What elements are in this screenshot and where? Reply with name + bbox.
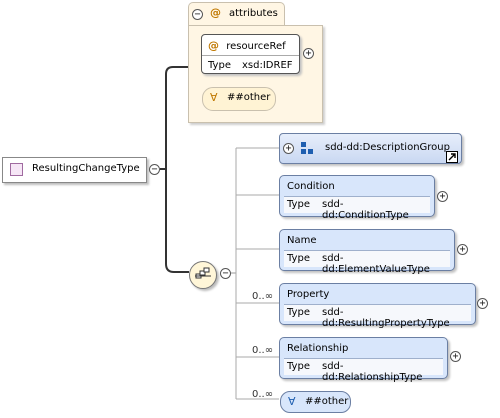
element-name: Name (287, 235, 317, 246)
element-property[interactable]: Property Type sdd-dd:ResultingPropertyTy… (279, 283, 476, 329)
type-value: sdd-dd:RelationshipType (322, 361, 423, 383)
expand-toggle-description-group[interactable]: + (283, 143, 294, 154)
root-element[interactable]: ResultingChangeType (2, 157, 147, 183)
type-key: Type (287, 361, 310, 372)
at-icon: @ (208, 39, 219, 52)
element-type-row: Type sdd-dd:ElementValueType (284, 250, 450, 275)
type-key: Type (208, 60, 231, 71)
type-key: Type (287, 199, 310, 210)
cardinality-property: 0..∞ (252, 291, 274, 302)
attribute-resource-ref[interactable]: @ resourceRef Type xsd:IDREF (201, 34, 300, 74)
expand-toggle-name[interactable]: + (457, 244, 468, 255)
reference-arrow-icon (446, 151, 458, 163)
group-description-group[interactable]: + sdd-dd:DescriptionGroup (279, 133, 462, 164)
group-name: sdd-dd:DescriptionGroup (325, 142, 450, 153)
element-name: Relationship (287, 343, 349, 354)
collapse-toggle-root[interactable]: − (149, 164, 160, 175)
any-attribute[interactable]: ∀ ##other (202, 87, 276, 111)
element-name: Condition (287, 181, 335, 192)
expand-toggle-resource-ref[interactable]: + (303, 48, 314, 59)
any-attribute-label: ##other (227, 92, 271, 103)
type-value: xsd:IDREF (242, 60, 293, 71)
element-type-row: Type sdd-dd:ResultingPropertyType (284, 304, 471, 329)
element-name: Property (287, 289, 330, 300)
type-value: sdd-dd:ElementValueType (322, 253, 430, 275)
complex-type-icon (10, 163, 23, 176)
collapse-toggle-sequence[interactable]: − (220, 268, 231, 279)
any-icon: ∀ (288, 395, 296, 408)
group-icon (301, 142, 313, 154)
attribute-name: resourceRef (226, 41, 286, 52)
element-relationship[interactable]: Relationship Type sdd-dd:RelationshipTyp… (279, 337, 448, 383)
type-value: sdd-dd:ConditionType (322, 199, 409, 221)
element-name-node[interactable]: Name Type sdd-dd:ElementValueType (279, 229, 455, 275)
type-key: Type (287, 307, 310, 318)
any-icon: ∀ (210, 91, 218, 104)
type-value: sdd-dd:ResultingPropertyType (322, 307, 450, 329)
sequence-compositor[interactable] (189, 261, 217, 289)
collapse-toggle-attributes[interactable]: − (192, 9, 203, 20)
sequence-icon (195, 267, 211, 279)
any-element[interactable]: ∀ ##other (280, 391, 351, 413)
type-key: Type (287, 253, 310, 264)
expand-toggle-property[interactable]: + (477, 298, 488, 309)
cardinality-any-element: 0..∞ (252, 389, 274, 400)
root-element-label: ResultingChangeType (32, 163, 140, 174)
attribute-name-row: @ resourceRef (208, 39, 286, 52)
element-condition[interactable]: Condition Type sdd-dd:ConditionType (279, 175, 435, 221)
expand-toggle-condition[interactable]: + (437, 191, 448, 202)
attribute-type-row: Type xsd:IDREF (202, 55, 299, 74)
attributes-tab: − @ attributes (188, 2, 285, 25)
element-type-row: Type sdd-dd:RelationshipType (284, 358, 443, 383)
attributes-header: attributes (229, 8, 278, 19)
any-element-label: ##other (305, 396, 349, 407)
at-icon: @ (210, 6, 221, 19)
cardinality-relationship: 0..∞ (252, 345, 274, 356)
expand-toggle-relationship[interactable]: + (450, 351, 461, 362)
element-type-row: Type sdd-dd:ConditionType (284, 196, 430, 221)
